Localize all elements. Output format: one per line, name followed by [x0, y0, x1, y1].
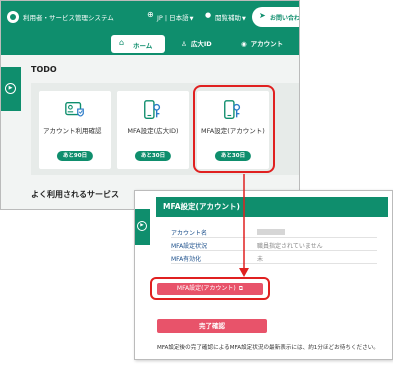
contact-button[interactable]: ➤ お問い合わせ: [252, 7, 300, 27]
deadline-badge: あと30日: [134, 151, 172, 161]
info-row-mfa-status: MFA設定状況 職員指定されていません: [171, 240, 377, 251]
phone-key-icon: [144, 100, 161, 119]
nav-home[interactable]: ⌂ ホーム: [111, 35, 165, 53]
account-circle-icon: ◉: [241, 40, 247, 48]
chevron-down-icon: ▼: [189, 16, 194, 22]
nav-bar: ⌂ ホーム ♙ 広大ID ◉ アカウント: [1, 33, 299, 55]
masked-value: [257, 229, 285, 235]
chevron-right-icon: ▶: [5, 83, 16, 94]
user-icon[interactable]: ●: [205, 11, 211, 19]
person-icon: ♙: [181, 40, 187, 48]
nav-home-label: ホーム: [133, 42, 153, 50]
mfa-account-screen: ▶ MFA設定(アカウント) アカウント名 MFA設定状況 職員指定されていませ…: [134, 190, 393, 360]
info-key: MFA設定状況: [171, 243, 208, 250]
nav-wide-id[interactable]: ♙ 広大ID: [181, 38, 212, 48]
globe-icon[interactable]: ⊕: [147, 10, 154, 19]
info-value: 職員指定されていません: [257, 243, 323, 250]
info-row-account-name: アカウント名: [171, 227, 377, 238]
todo-title: TODO: [31, 65, 57, 74]
user-menu[interactable]: 閲覧補助▼: [215, 12, 246, 22]
highlight-frame-mfa-card: [193, 85, 275, 173]
mfa-panel-title: MFA設定(アカウント): [156, 197, 388, 217]
mfa-note: MFA設定後の完了確認によるMFA設定状況の最新表示には、約1分ほどお待ちくださ…: [157, 345, 379, 351]
info-key: MFA有効化: [171, 256, 202, 263]
portal-screen: 利用者・サービス管理システム ⊕ JP | 日本語▼ ● 閲覧補助▼ ➤ お問い…: [0, 0, 300, 210]
home-icon: ⌂: [119, 38, 125, 47]
system-title: 利用者・サービス管理システム: [23, 14, 114, 22]
sidebar-toggle[interactable]: ▶: [1, 67, 21, 111]
id-card-shield-icon: [65, 101, 84, 117]
logo-icon: [7, 11, 19, 23]
send-icon: ➤: [259, 11, 266, 20]
complete-confirm-button[interactable]: 完了確認: [157, 319, 267, 333]
chevron-right-icon: ▶: [137, 221, 147, 231]
todo-card-label: アカウント利用確認: [43, 127, 102, 135]
deadline-badge: あと90日: [56, 151, 94, 161]
highlight-frame-mfa-button: [150, 277, 270, 300]
todo-card-account-confirm[interactable]: アカウント利用確認 あと90日: [39, 91, 111, 169]
info-value: 未: [257, 256, 264, 263]
todo-card-label: MFA設定(広大ID): [127, 127, 179, 135]
contact-button-label: お問い合わせ: [270, 15, 300, 22]
sidebar-toggle[interactable]: ▶: [135, 209, 150, 245]
info-key: アカウント名: [171, 230, 208, 237]
language-selector[interactable]: JP | 日本語▼: [157, 12, 194, 22]
frequent-services-title: よく利用されるサービス: [31, 190, 119, 199]
top-bar: 利用者・サービス管理システム ⊕ JP | 日本語▼ ● 閲覧補助▼ ➤ お問い…: [1, 1, 300, 33]
info-row-mfa-enabled: MFA有効化 未: [171, 253, 377, 264]
chevron-down-icon: ▼: [242, 16, 246, 22]
todo-card-mfa-wide-id[interactable]: MFA設定(広大ID) あと30日: [117, 91, 189, 169]
nav-account[interactable]: ◉ アカウント: [241, 38, 283, 48]
